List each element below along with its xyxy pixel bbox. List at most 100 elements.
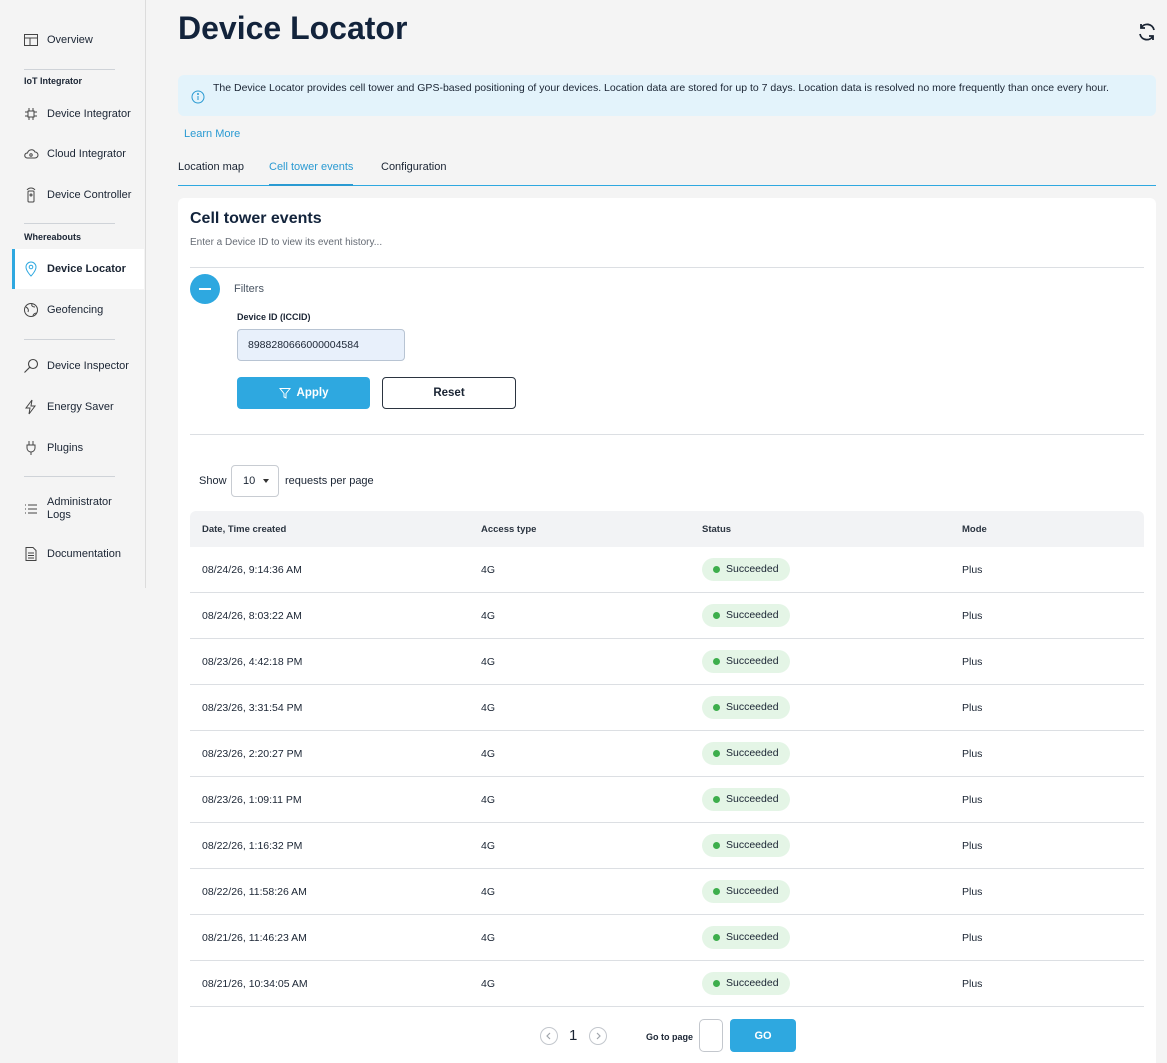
reset-button[interactable]: Reset xyxy=(382,377,516,409)
sidebar-divider xyxy=(24,339,115,340)
table-row[interactable]: 08/24/26, 9:14:36 AM 4G Succeeded Plus xyxy=(190,547,1144,593)
chip-icon xyxy=(22,105,40,123)
sidebar-item-label: Geofencing xyxy=(47,304,104,316)
table-row[interactable]: 08/23/26, 3:31:54 PM 4G Succeeded Plus xyxy=(190,685,1144,731)
tab-bar: Location map Cell tower events Configura… xyxy=(178,158,1156,186)
sidebar-item-device-controller[interactable]: Device Controller xyxy=(12,175,144,215)
previous-page-button[interactable] xyxy=(540,1027,558,1045)
cell-mode: Plus xyxy=(962,610,983,622)
go-to-page-input[interactable] xyxy=(699,1019,723,1052)
sidebar-item-plugins[interactable]: Plugins xyxy=(12,428,144,468)
sidebar-item-label: Plugins xyxy=(47,442,84,454)
learn-more-link[interactable]: Learn More xyxy=(184,128,240,140)
cell-access-type: 4G xyxy=(481,932,496,944)
go-button[interactable]: GO xyxy=(730,1019,796,1052)
info-icon xyxy=(191,90,205,104)
location-pin-icon xyxy=(22,260,40,278)
status-badge: Succeeded xyxy=(702,880,790,903)
column-header-date[interactable]: Date, Time created xyxy=(202,524,286,535)
table-row[interactable]: 08/23/26, 4:42:18 PM 4G Succeeded Plus xyxy=(190,639,1144,685)
column-header-status[interactable]: Status xyxy=(702,524,731,535)
sidebar-item-geofencing[interactable]: Geofencing xyxy=(12,290,144,330)
status-badge: Succeeded xyxy=(702,742,790,765)
remote-icon xyxy=(22,186,40,204)
card-subtitle: Enter a Device ID to view its event hist… xyxy=(190,237,383,248)
cell-mode: Plus xyxy=(962,656,983,668)
column-header-mode[interactable]: Mode xyxy=(962,524,987,535)
cell-mode: Plus xyxy=(962,932,983,944)
cell-access-type: 4G xyxy=(481,610,496,622)
divider xyxy=(190,267,1144,268)
magnifier-icon xyxy=(22,357,40,375)
status-badge: Succeeded xyxy=(702,972,790,995)
device-id-input[interactable]: 8988280666000004584 xyxy=(237,329,405,361)
section-label-whereabouts: Whereabouts xyxy=(24,232,82,242)
cell-access-type: 4G xyxy=(481,840,496,852)
caret-down-icon xyxy=(263,479,269,483)
sidebar-item-device-integrator[interactable]: Device Integrator xyxy=(12,94,144,134)
sidebar-item-cloud-integrator[interactable]: Cloud Integrator xyxy=(12,134,144,174)
requests-per-page-label: requests per page xyxy=(285,475,374,487)
device-id-label: Device ID (ICCID) xyxy=(237,312,311,322)
tab-location-map[interactable]: Location map xyxy=(178,161,244,173)
table-row[interactable]: 08/22/26, 1:16:32 PM 4G Succeeded Plus xyxy=(190,823,1144,869)
sidebar-item-label-line2: Logs xyxy=(47,509,71,521)
status-badge: Succeeded xyxy=(702,926,790,949)
sidebar-item-label-line1: Administrator xyxy=(47,496,112,508)
minus-icon xyxy=(199,288,211,290)
sidebar-item-label: Administrator Logs xyxy=(47,496,112,522)
refresh-icon[interactable] xyxy=(1136,21,1158,43)
sidebar-item-label: Device Controller xyxy=(47,189,132,201)
cell-mode: Plus xyxy=(962,886,983,898)
table-row[interactable]: 08/24/26, 8:03:22 AM 4G Succeeded Plus xyxy=(190,593,1144,639)
cell-access-type: 4G xyxy=(481,748,496,760)
table-row[interactable]: 08/23/26, 1:09:11 PM 4G Succeeded Plus xyxy=(190,777,1144,823)
show-label: Show xyxy=(199,475,227,487)
table-row[interactable]: 08/21/26, 10:34:05 AM 4G Succeeded Plus xyxy=(190,961,1144,1007)
page-size-select[interactable]: 10 xyxy=(231,465,279,497)
card-title: Cell tower events xyxy=(190,210,322,227)
cell-mode: Plus xyxy=(962,794,983,806)
page-title: Device Locator xyxy=(178,10,408,46)
sidebar-item-device-locator[interactable]: Device Locator xyxy=(12,249,144,289)
table-header: Date, Time created Access type Status Mo… xyxy=(190,511,1144,547)
cell-date: 08/21/26, 11:46:23 AM xyxy=(202,932,307,944)
cell-mode: Plus xyxy=(962,564,983,576)
table-row[interactable]: 08/23/26, 2:20:27 PM 4G Succeeded Plus xyxy=(190,731,1144,777)
sidebar-item-overview[interactable]: Overview xyxy=(12,20,144,60)
next-page-button[interactable] xyxy=(589,1027,607,1045)
sidebar-item-administrator-logs[interactable]: Administrator Logs xyxy=(12,491,144,527)
cell-access-type: 4G xyxy=(481,978,496,990)
list-icon xyxy=(22,500,40,518)
cell-date: 08/23/26, 1:09:11 PM xyxy=(202,794,302,806)
column-header-access-type[interactable]: Access type xyxy=(481,524,536,535)
table-row[interactable]: 08/22/26, 11:58:26 AM 4G Succeeded Plus xyxy=(190,869,1144,915)
tab-cell-tower-events[interactable]: Cell tower events xyxy=(269,161,354,186)
status-badge: Succeeded xyxy=(702,788,790,811)
sidebar-item-label: Overview xyxy=(47,34,93,46)
cell-access-type: 4G xyxy=(481,656,496,668)
cell-date: 08/22/26, 11:58:26 AM xyxy=(202,886,307,898)
tab-configuration[interactable]: Configuration xyxy=(381,161,446,173)
document-icon xyxy=(22,545,40,563)
apply-label: Apply xyxy=(296,387,329,399)
globe-icon xyxy=(22,301,40,319)
sidebar: Overview IoT Integrator Device Integrato… xyxy=(0,0,146,588)
sidebar-item-label: Device Inspector xyxy=(47,360,129,372)
chevron-left-icon xyxy=(546,1032,551,1040)
status-badge: Succeeded xyxy=(702,650,790,673)
table-row[interactable]: 08/21/26, 11:46:23 AM 4G Succeeded Plus xyxy=(190,915,1144,961)
current-page-number[interactable]: 1 xyxy=(569,1027,577,1044)
sidebar-item-label: Documentation xyxy=(47,548,121,560)
collapse-filters-button[interactable] xyxy=(190,274,220,304)
sidebar-item-device-inspector[interactable]: Device Inspector xyxy=(12,346,144,386)
sidebar-item-documentation[interactable]: Documentation xyxy=(12,534,144,574)
go-to-page-label: Go to page xyxy=(646,1032,693,1042)
apply-button[interactable]: Apply xyxy=(237,377,370,409)
cell-access-type: 4G xyxy=(481,702,496,714)
sidebar-item-energy-saver[interactable]: Energy Saver xyxy=(12,387,144,427)
cell-date: 08/24/26, 8:03:22 AM xyxy=(202,610,302,622)
sidebar-divider xyxy=(24,476,115,477)
lightning-icon xyxy=(22,398,40,416)
chevron-right-icon xyxy=(596,1032,601,1040)
